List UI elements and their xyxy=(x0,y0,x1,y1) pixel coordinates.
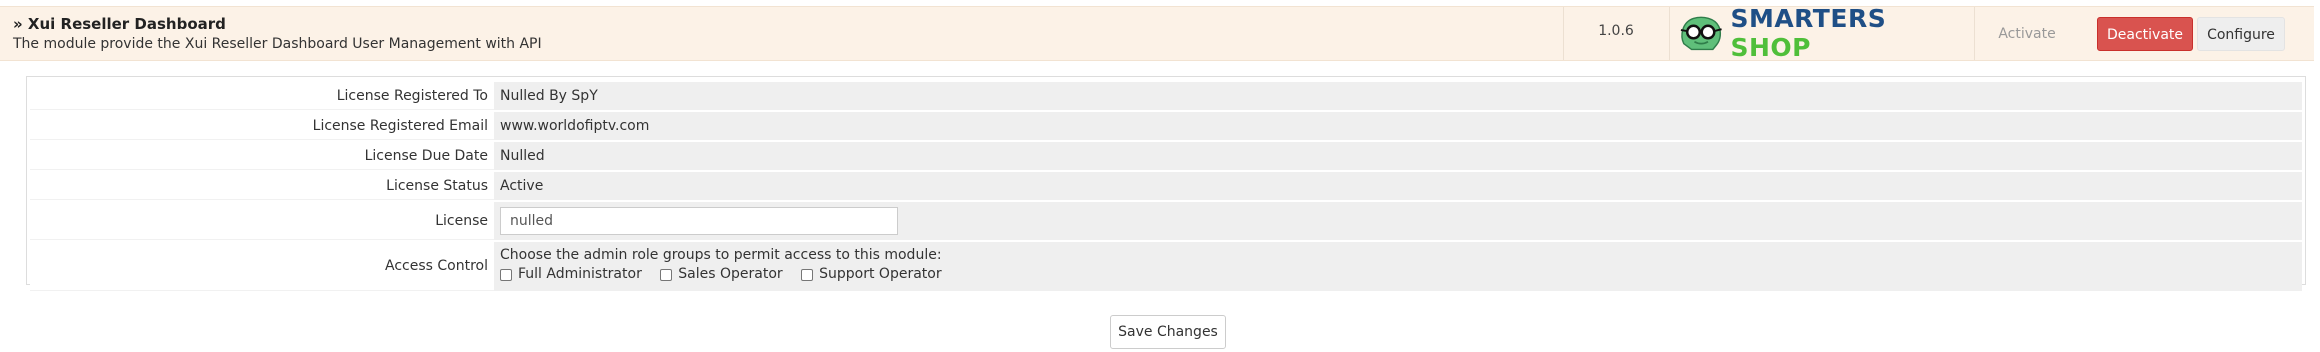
setting-row-status: License Status Active xyxy=(30,172,2302,200)
checkbox-label: Support Operator xyxy=(819,266,942,283)
save-changes-button[interactable]: Save Changes xyxy=(1110,315,1226,349)
setting-row-license: License xyxy=(30,202,2302,240)
smarters-shop-logo: SMARTERS SHOP xyxy=(1678,4,1968,62)
setting-row-due-date: License Due Date Nulled xyxy=(30,142,2302,170)
glasses-face-icon xyxy=(1680,16,1722,51)
setting-label: License Status xyxy=(30,172,494,200)
setting-label: Access Control xyxy=(30,242,494,291)
setting-row-registered-to: License Registered To Nulled By SpY xyxy=(30,82,2302,110)
module-description: The module provide the Xui Reseller Dash… xyxy=(13,36,542,52)
configure-button[interactable]: Configure xyxy=(2197,17,2285,51)
activate-button[interactable]: Activate xyxy=(1982,17,2072,51)
setting-value-registered-to: Nulled By SpY xyxy=(494,82,2302,110)
deactivate-button[interactable]: Deactivate xyxy=(2097,17,2193,51)
sales-operator-checkbox[interactable] xyxy=(660,268,673,281)
logo-text-shop: SHOP xyxy=(1730,33,1811,62)
module-settings-panel: License Registered To Nulled By SpY Lice… xyxy=(26,76,2306,291)
logo-text: SMARTERS SHOP xyxy=(1730,4,1968,62)
setting-row-access-control: Access Control Choose the admin role gro… xyxy=(30,242,2302,291)
module-version: 1.0.6 xyxy=(1598,23,1634,39)
setting-value-status: Active xyxy=(494,172,2302,200)
setting-label: License Registered To xyxy=(30,82,494,110)
column-divider xyxy=(1669,7,1670,60)
setting-value-license xyxy=(494,202,2302,240)
setting-value-access-control: Choose the admin role groups to permit a… xyxy=(494,242,2302,291)
setting-label: License xyxy=(30,202,494,240)
checkbox-label: Sales Operator xyxy=(678,266,783,283)
access-control-options: Full Administrator Sales Operator Suppor… xyxy=(500,265,2302,287)
module-info: » Xui Reseller Dashboard The module prov… xyxy=(13,14,1553,54)
checkbox-label: Full Administrator xyxy=(518,266,642,283)
setting-label: License Registered Email xyxy=(30,112,494,140)
role-option-support-operator[interactable]: Support Operator xyxy=(801,265,942,284)
role-option-full-administrator[interactable]: Full Administrator xyxy=(500,265,642,284)
support-operator-checkbox[interactable] xyxy=(801,268,814,281)
setting-row-registered-email: License Registered Email www.worldofiptv… xyxy=(30,112,2302,140)
license-input[interactable] xyxy=(500,207,898,235)
module-row: » Xui Reseller Dashboard The module prov… xyxy=(0,4,2314,62)
setting-label: License Due Date xyxy=(30,142,494,170)
column-divider xyxy=(1974,7,1975,60)
full-administrator-checkbox[interactable] xyxy=(500,268,512,281)
logo-text-smarters: SMARTERS xyxy=(1730,4,1887,33)
module-title: » Xui Reseller Dashboard xyxy=(13,15,226,33)
setting-value-registered-email: www.worldofiptv.com xyxy=(494,112,2302,140)
access-control-instruction: Choose the admin role groups to permit a… xyxy=(500,247,942,264)
settings-table: License Registered To Nulled By SpY Lice… xyxy=(30,80,2302,293)
setting-value-due-date: Nulled xyxy=(494,142,2302,170)
role-option-sales-operator[interactable]: Sales Operator xyxy=(660,265,783,284)
